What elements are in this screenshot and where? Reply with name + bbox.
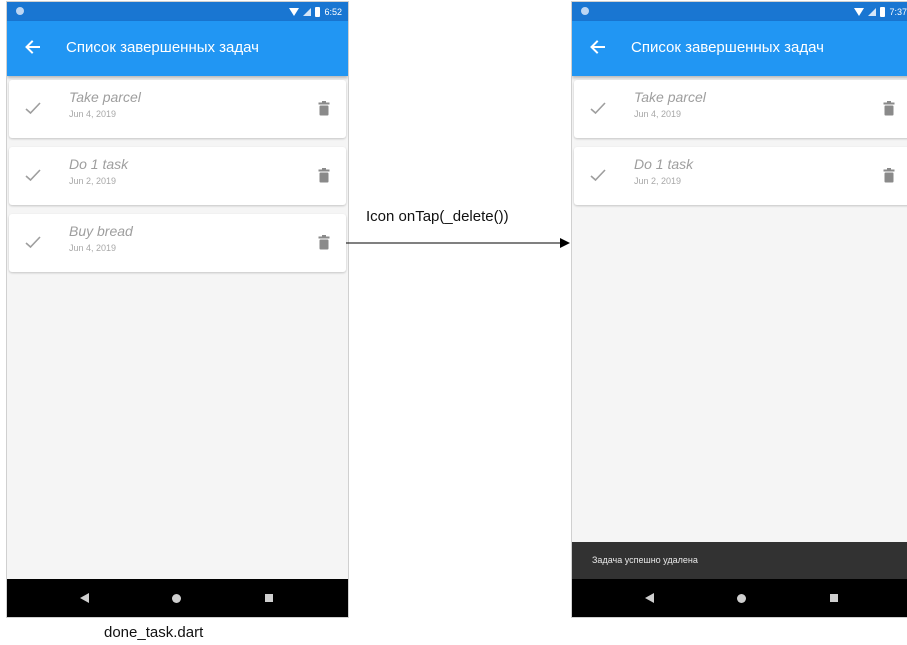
- snackbar: Задача успешно удалена: [572, 542, 907, 579]
- check-icon: [25, 102, 41, 115]
- battery-icon: [315, 6, 321, 17]
- transition-arrow: [346, 238, 570, 248]
- signal-icon: [868, 7, 877, 16]
- nav-recents-icon[interactable]: [265, 594, 273, 602]
- system-nav-bar: [572, 579, 907, 617]
- delete-icon[interactable]: [883, 101, 895, 116]
- status-time: 6:52: [324, 6, 342, 17]
- system-nav-bar: [7, 579, 348, 617]
- nav-back-icon[interactable]: [645, 593, 654, 603]
- transition-label: Icon onTap(_delete()): [366, 208, 509, 225]
- app-bar: Список завершенных задач: [572, 21, 907, 76]
- nav-home-icon[interactable]: [737, 594, 746, 603]
- delete-icon[interactable]: [318, 235, 330, 250]
- task-title: Take parcel: [634, 89, 706, 105]
- task-title: Buy bread: [69, 223, 133, 239]
- battery-icon: [880, 6, 886, 17]
- status-time: 7:37: [889, 6, 907, 17]
- check-icon: [590, 102, 606, 115]
- task-title: Do 1 task: [634, 156, 694, 172]
- file-caption: done_task.dart: [104, 624, 204, 641]
- check-icon: [25, 169, 41, 182]
- arrow-back-icon[interactable]: [23, 38, 41, 56]
- app-bar: Список завершенных задач: [7, 21, 348, 76]
- signal-icon: [303, 7, 312, 16]
- page-title: Список завершенных задач: [631, 39, 824, 56]
- right-phone-screen: 7:37 Список завершенных задач Take parce…: [571, 1, 907, 618]
- task-card[interactable]: Take parcel Jun 4, 2019: [574, 80, 907, 138]
- left-phone-screen: 6:52 Список завершенных задач Take parce…: [6, 1, 349, 618]
- delete-icon[interactable]: [318, 168, 330, 183]
- arrow-back-icon[interactable]: [588, 38, 606, 56]
- nav-recents-icon[interactable]: [830, 594, 838, 602]
- task-title: Take parcel: [69, 89, 141, 105]
- task-date: Jun 2, 2019: [69, 176, 117, 186]
- delete-icon[interactable]: [883, 168, 895, 183]
- page-title: Список завершенных задач: [66, 39, 259, 56]
- notification-dot-icon: [581, 7, 589, 15]
- task-card[interactable]: Do 1 task Jun 2, 2019: [574, 147, 907, 205]
- check-icon: [25, 236, 41, 249]
- snackbar-message: Задача успешно удалена: [592, 555, 698, 565]
- status-bar: 7:37: [572, 2, 907, 21]
- status-bar: 6:52: [7, 2, 348, 21]
- task-date: Jun 4, 2019: [634, 109, 682, 119]
- task-date: Jun 4, 2019: [69, 109, 117, 119]
- check-icon: [590, 169, 606, 182]
- task-date: Jun 4, 2019: [69, 243, 117, 253]
- notification-dot-icon: [16, 7, 24, 15]
- nav-home-icon[interactable]: [172, 594, 181, 603]
- wifi-icon: [854, 7, 865, 16]
- task-date: Jun 2, 2019: [634, 176, 682, 186]
- task-card[interactable]: Take parcel Jun 4, 2019: [9, 80, 346, 138]
- task-card[interactable]: Do 1 task Jun 2, 2019: [9, 147, 346, 205]
- delete-icon[interactable]: [318, 101, 330, 116]
- task-card[interactable]: Buy bread Jun 4, 2019: [9, 214, 346, 272]
- nav-back-icon[interactable]: [80, 593, 89, 603]
- wifi-icon: [289, 7, 300, 16]
- task-title: Do 1 task: [69, 156, 129, 172]
